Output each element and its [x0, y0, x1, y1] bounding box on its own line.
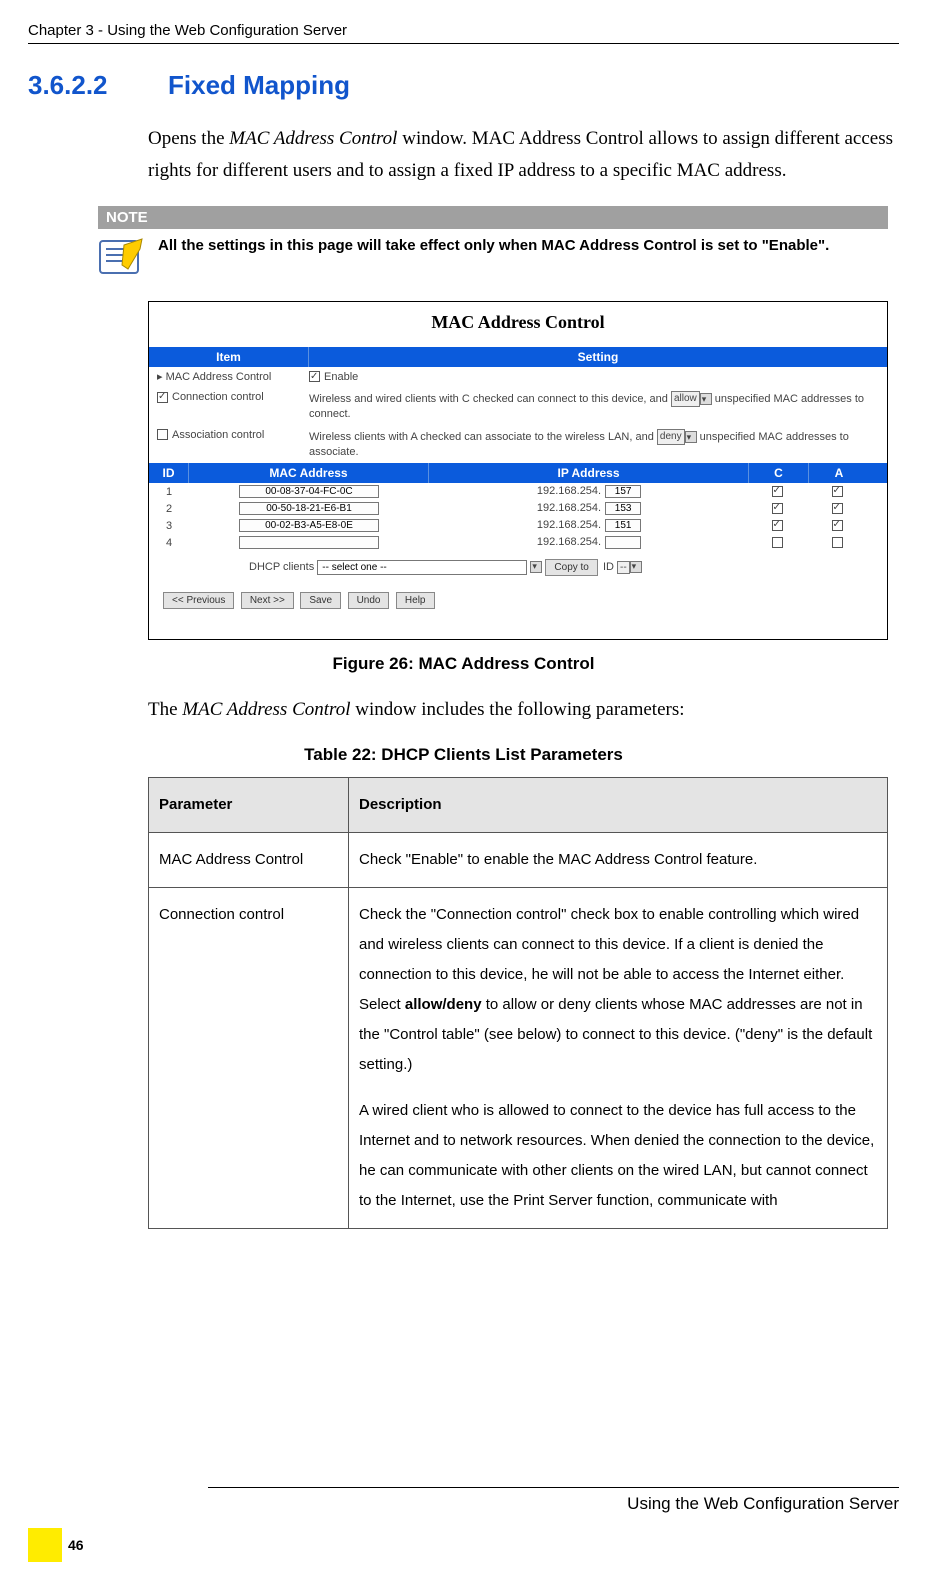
table-row: MAC Address Control Check "Enable" to en… [149, 832, 888, 887]
note-label: NOTE [98, 206, 888, 229]
cell-id: 2 [149, 503, 189, 515]
connection-control-row: Connection control Wireless and wired cl… [149, 388, 887, 426]
hdr-ip: IP Address [429, 463, 749, 483]
ip-last-input[interactable] [605, 485, 641, 498]
th-description: Description [349, 777, 888, 832]
save-button[interactable]: Save [300, 592, 341, 609]
button-bar: << Previous Next >> Save Undo Help [149, 584, 887, 609]
mac-input[interactable] [239, 536, 379, 549]
section-title: Fixed Mapping [168, 70, 350, 100]
dropdown-icon[interactable] [630, 561, 642, 573]
table-row: 2 192.168.254. [149, 500, 887, 517]
association-checkbox[interactable] [157, 429, 168, 440]
a-checkbox[interactable] [832, 520, 843, 531]
association-label: Association control [172, 429, 264, 441]
page-number: 46 [68, 1537, 84, 1553]
ip-last-input[interactable] [605, 536, 641, 549]
id-label: ID [603, 561, 614, 573]
cell-param: Connection control [149, 887, 349, 1228]
yellow-square-icon [28, 1528, 62, 1562]
c-checkbox[interactable] [772, 486, 783, 497]
col-item: Item [149, 347, 309, 367]
dropdown-icon[interactable] [700, 393, 712, 405]
paragraph-2: The MAC Address Control window includes … [148, 694, 899, 726]
dhcp-label: DHCP clients [249, 561, 314, 573]
note-icon [98, 235, 144, 281]
parameter-table: Parameter Description MAC Address Contro… [148, 777, 888, 1229]
mac-control-row: ▸ MAC Address Control Enable [149, 367, 887, 388]
ip-prefix: 192.168.254. [537, 536, 601, 548]
page-footer: Using the Web Configuration Server 46 [28, 1487, 899, 1562]
enable-checkbox[interactable] [309, 371, 320, 382]
table-row: 4 192.168.254. [149, 534, 887, 551]
table-row: Connection control Check the "Connection… [149, 887, 888, 1228]
table-row: 3 192.168.254. [149, 517, 887, 534]
settings-header-row: Item Setting [149, 347, 887, 367]
hdr-c: C [749, 463, 809, 483]
hdr-mac: MAC Address [189, 463, 429, 483]
a-checkbox[interactable] [832, 537, 843, 548]
th-parameter: Parameter [149, 777, 349, 832]
prev-button[interactable]: << Previous [163, 592, 234, 609]
note-block: NOTE All the settings in this page will … [98, 206, 899, 281]
note-text: All the settings in this page will take … [158, 235, 878, 258]
table-row: 1 192.168.254. [149, 483, 887, 500]
page-header: Chapter 3 - Using the Web Configuration … [28, 22, 899, 44]
mac-input[interactable] [239, 519, 379, 532]
col-setting: Setting [309, 347, 887, 367]
section-heading: 3.6.2.2Fixed Mapping [28, 70, 899, 101]
id-select[interactable]: -- [617, 561, 630, 574]
connection-label: Connection control [172, 391, 264, 403]
section-number: 3.6.2.2 [28, 70, 168, 101]
ip-prefix: 192.168.254. [537, 502, 601, 514]
ip-last-input[interactable] [605, 502, 641, 515]
enable-label: Enable [324, 371, 358, 383]
mac-table-header: ID MAC Address IP Address C A [149, 463, 887, 483]
cell-param: MAC Address Control [149, 832, 349, 887]
assoc-select[interactable]: deny [657, 429, 685, 445]
undo-button[interactable]: Undo [348, 592, 390, 609]
a-checkbox[interactable] [832, 503, 843, 514]
assoc-text-a: Wireless clients with A checked can asso… [309, 431, 657, 443]
ip-last-input[interactable] [605, 519, 641, 532]
association-control-row: Association control Wireless clients wit… [149, 426, 887, 464]
hdr-a: A [809, 463, 869, 483]
dhcp-clients-row: DHCP clients Copy to ID -- [149, 551, 887, 584]
next-button[interactable]: Next >> [241, 592, 294, 609]
dhcp-select[interactable] [317, 560, 527, 575]
c-checkbox[interactable] [772, 520, 783, 531]
cell-id: 1 [149, 486, 189, 498]
copy-to-button[interactable]: Copy to [545, 559, 597, 576]
c-checkbox[interactable] [772, 537, 783, 548]
a-checkbox[interactable] [832, 486, 843, 497]
conn-text-a: Wireless and wired clients with C checke… [309, 393, 671, 405]
mac-input[interactable] [239, 502, 379, 515]
ip-prefix: 192.168.254. [537, 519, 601, 531]
connection-checkbox[interactable] [157, 392, 168, 403]
dropdown-icon[interactable] [530, 561, 542, 573]
footer-text: Using the Web Configuration Server [28, 1494, 899, 1514]
screenshot-title: MAC Address Control [149, 302, 887, 347]
dropdown-icon[interactable] [685, 431, 697, 443]
mac-control-label: ▸ MAC Address Control [157, 370, 309, 383]
intro-paragraph: Opens the MAC Address Control window. MA… [148, 123, 899, 188]
chapter-line: Chapter 3 - Using the Web Configuration … [28, 22, 347, 39]
figure-caption: Figure 26: MAC Address Control [28, 654, 899, 674]
cell-desc: Check the "Connection control" check box… [349, 887, 888, 1228]
table-caption: Table 22: DHCP Clients List Parameters [28, 745, 899, 765]
cell-id: 4 [149, 537, 189, 549]
help-button[interactable]: Help [396, 592, 435, 609]
cell-id: 3 [149, 520, 189, 532]
embedded-screenshot: MAC Address Control Item Setting ▸ MAC A… [148, 301, 888, 641]
ip-prefix: 192.168.254. [537, 485, 601, 497]
cell-desc: Check "Enable" to enable the MAC Address… [349, 832, 888, 887]
mac-input[interactable] [239, 485, 379, 498]
hdr-id: ID [149, 463, 189, 483]
c-checkbox[interactable] [772, 503, 783, 514]
conn-select[interactable]: allow [671, 391, 700, 407]
